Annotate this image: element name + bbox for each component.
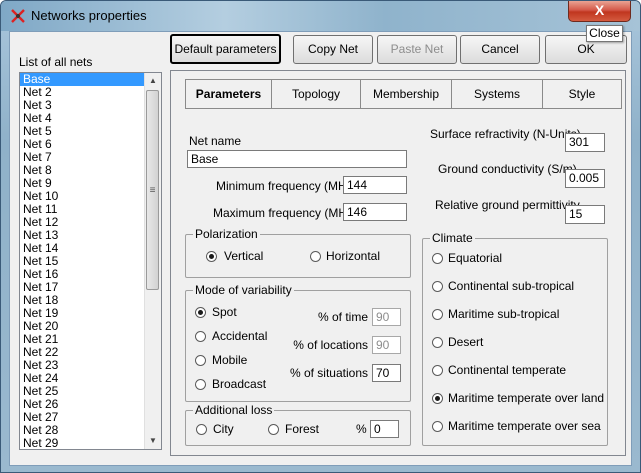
max-freq-label: Maximum frequency (MHz) [213,206,358,220]
vertical-radio[interactable] [206,251,217,262]
variability-title: Mode of variability [193,283,294,297]
scroll-up-icon[interactable]: ▲ [145,73,161,89]
paste-net-button[interactable]: Paste Net [377,35,457,64]
time-field[interactable]: 90 [372,308,401,326]
city-label: City [213,422,234,436]
networks-properties-window: Networks properties X Close Default para… [0,0,641,473]
net-list-item[interactable]: Net 29 [20,437,161,450]
forest-radio[interactable] [268,424,279,435]
climate-label-continental-sub-tropical: Continental sub-tropical [448,279,575,293]
max-freq-field[interactable]: 146 [343,203,407,221]
close-tooltip: Close [586,25,623,42]
climate-radio-maritime-sub-tropical[interactable] [432,309,443,320]
climate-radio-continental-sub-tropical[interactable] [432,281,443,292]
variability-radio-mobile[interactable] [195,355,206,366]
net-listbox[interactable]: Base Net 2 Net 3 Net 4 Net 5 Net 6 Net 7 Net 8N… [19,72,162,450]
climate-label-continental-temperate: Continental temperate [448,363,567,377]
properties-panel: Parameters Topology Membership Systems Style… [170,70,626,456]
relative-permittivity-label: Relative ground permittivity [435,198,580,212]
surface-refractivity-label: Surface refractivity (N-Units) [430,127,581,141]
horizontal-label: Horizontal [326,249,381,263]
city-radio[interactable] [196,424,207,435]
variability-label-spot: Spot [212,305,237,319]
scroll-down-icon[interactable]: ▼ [145,433,161,449]
horizontal-radio[interactable] [310,251,321,262]
min-freq-label: Minimum frequency (MHz) [216,179,357,193]
ground-conductivity-label: Ground conductivity (S/m) [438,162,577,176]
climate-radio-continental-temperate[interactable] [432,365,443,376]
loss-percent-field[interactable]: 0 [370,420,399,438]
locations-label: % of locations [293,338,368,352]
climate-radio-maritime-temperate-over-sea[interactable] [432,421,443,432]
net-list: Base Net 2 Net 3 Net 4 Net 5 Net 6 Net 7 Net 8N… [20,73,161,450]
surface-refractivity-field[interactable]: 301 [565,133,605,152]
climate-label-maritime-sub-tropical: Maritime sub-tropical [448,307,560,321]
climate-label-maritime-temperate-over-land: Maritime temperate over land [448,391,605,405]
additional-loss-title: Additional loss [193,403,275,417]
close-icon: X [594,2,605,18]
climate-radio-equatorial[interactable] [432,253,443,264]
dialog-body: Default parameters Copy Net Paste Net Ca… [9,31,632,466]
additional-loss-group: Additional loss City Forest % 0 [185,403,411,446]
net-list-title: List of all nets [19,55,93,69]
polarization-title: Polarization [193,227,260,241]
climate-title: Climate [430,231,475,245]
climate-radio-desert[interactable] [432,337,443,348]
polarization-group: Polarization Vertical Horizontal [185,227,411,278]
climate-label-equatorial: Equatorial [448,251,503,265]
loss-percent-label: % [356,422,367,436]
variability-label-mobile: Mobile [212,353,248,367]
tab-style[interactable]: Style [542,79,622,109]
time-label: % of time [317,310,368,324]
locations-field[interactable]: 90 [372,336,401,354]
tab-systems[interactable]: Systems [451,79,543,109]
climate-group: Climate Equatorial Continental sub-tropic… [422,231,608,446]
net-list-scrollbar[interactable]: ▲ ≡ ▼ [144,73,161,449]
window-title: Networks properties [31,8,147,23]
variability-radio-broadcast[interactable] [195,379,206,390]
variability-label-accidental: Accidental [212,329,268,343]
situations-field[interactable]: 70 [372,364,401,382]
tab-parameters[interactable]: Parameters [185,79,272,109]
variability-group: Mode of variability Spot Accidental Mobile… [185,283,411,402]
climate-label-desert: Desert [448,335,484,349]
variability-radio-accidental[interactable] [195,331,206,342]
vertical-label: Vertical [224,249,264,263]
situations-label: % of situations [289,366,368,380]
forest-label: Forest [285,422,320,436]
relative-permittivity-field[interactable]: 15 [565,205,605,224]
tab-membership[interactable]: Membership [360,79,452,109]
ground-conductivity-field[interactable]: 0.005 [565,169,605,188]
variability-label-broadcast: Broadcast [212,377,267,391]
tab-topology[interactable]: Topology [271,79,361,109]
climate-radio-maritime-temperate-over-land[interactable] [432,393,443,404]
min-freq-field[interactable]: 144 [343,176,407,194]
scroll-thumb[interactable]: ≡ [146,90,159,290]
net-name-label: Net name [189,134,242,148]
variability-radio-spot[interactable] [195,307,206,318]
app-icon [11,9,25,23]
close-button[interactable]: X [568,1,631,22]
net-name-field[interactable]: Base [187,150,407,168]
title-bar[interactable]: Networks properties X [1,1,640,31]
copy-net-button[interactable]: Copy Net [293,35,373,64]
cancel-button[interactable]: Cancel [460,35,540,64]
default-parameters-button[interactable]: Default parameters [170,34,281,64]
climate-label-maritime-temperate-over-sea: Maritime temperate over sea [448,419,601,433]
